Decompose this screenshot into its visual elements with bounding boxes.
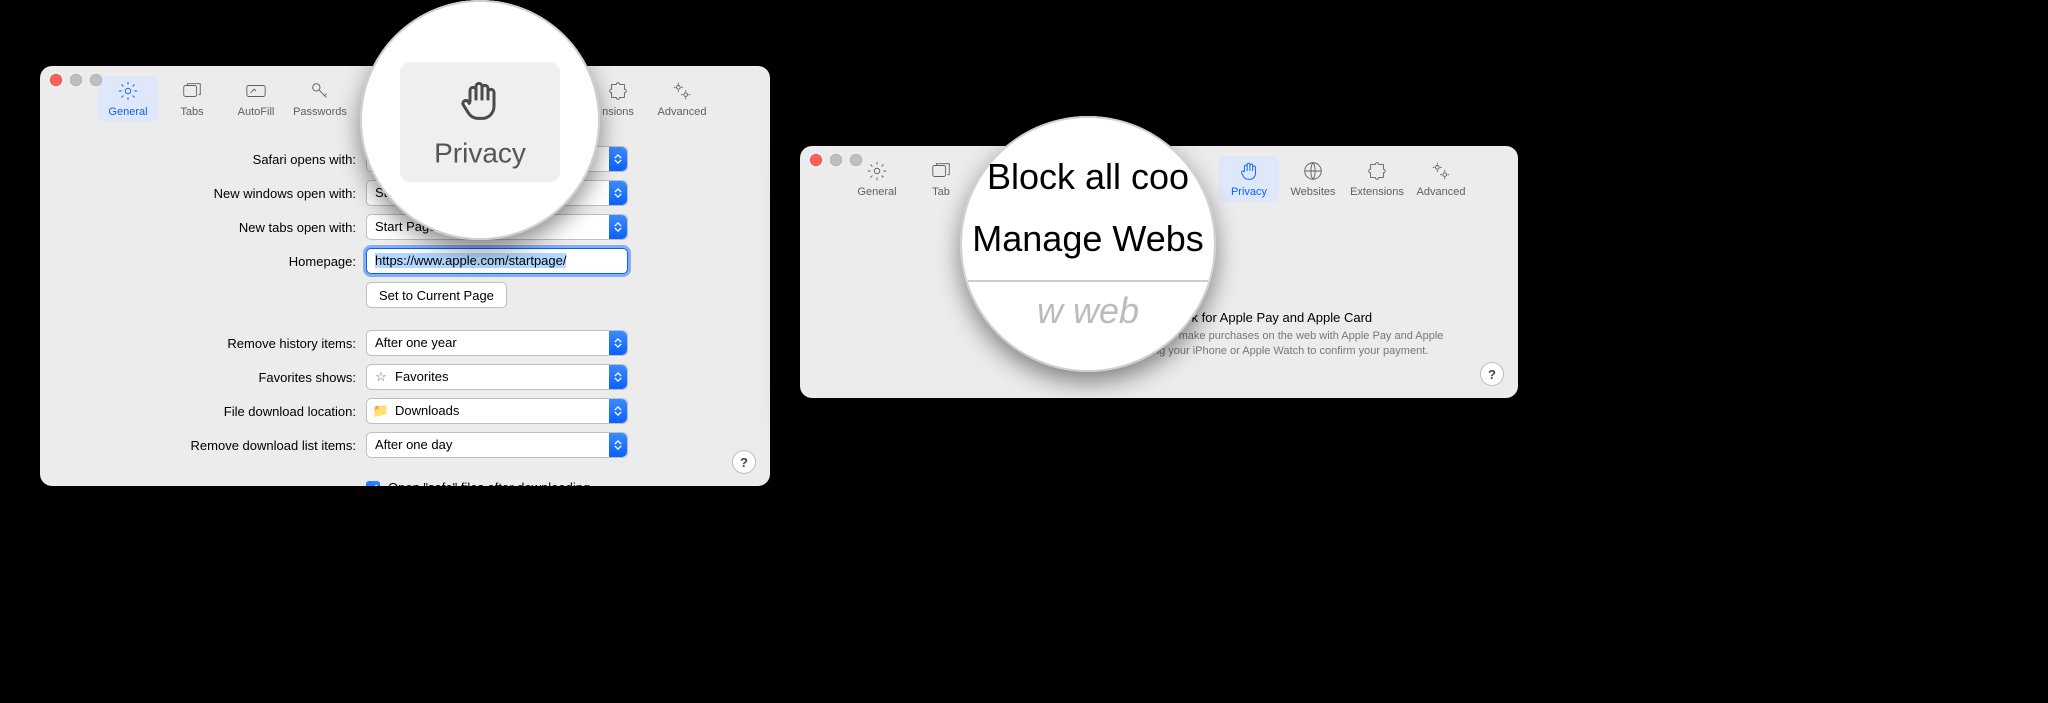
tab-label: Advanced	[1417, 186, 1466, 198]
set-current-page-button[interactable]: Set to Current Page	[366, 282, 507, 308]
tabs-icon	[181, 80, 203, 102]
star-icon: ☆	[373, 369, 389, 385]
tab-label: Extensions	[1350, 186, 1404, 198]
tab-label: General	[108, 106, 147, 118]
tab-label: Tab	[932, 186, 950, 198]
gear-icon	[866, 160, 888, 182]
hand-icon	[1238, 160, 1260, 182]
select-download-location[interactable]: 📁 Downloads	[366, 398, 628, 424]
magnifier-line-2: Manage Webs	[972, 218, 1203, 260]
label-download-location: File download location:	[76, 404, 356, 419]
tab-label: General	[857, 186, 896, 198]
chevron-updown-icon	[609, 331, 627, 355]
key-icon	[309, 80, 331, 102]
label-homepage: Homepage:	[76, 254, 356, 269]
folder-icon: 📁	[373, 403, 389, 419]
hand-icon	[456, 76, 504, 127]
magnifier-line-1: Block all coo	[987, 156, 1189, 198]
magnifier-cookies-section: Block all coo Manage Webs w web	[960, 116, 1216, 372]
select-remove-history[interactable]: After one year	[366, 330, 628, 356]
chevron-updown-icon	[609, 147, 627, 171]
label-safari-opens: Safari opens with:	[76, 152, 356, 167]
tab-label: Tabs	[180, 106, 203, 118]
label-remove-history: Remove history items:	[76, 336, 356, 351]
chevron-updown-icon	[609, 215, 627, 239]
magnifier-line-3: w web	[968, 280, 1208, 332]
label-new-tabs: New tabs open with:	[76, 220, 356, 235]
magnifier-privacy-tab: Privacy	[360, 0, 600, 240]
tab-advanced[interactable]: Advanced	[652, 76, 712, 122]
label-favorites: Favorites shows:	[76, 370, 356, 385]
tab-label: Advanced	[658, 106, 707, 118]
label-new-windows: New windows open with:	[76, 186, 356, 201]
help-button[interactable]: ?	[732, 450, 756, 474]
help-button[interactable]: ?	[1480, 362, 1504, 386]
traffic-lights	[810, 154, 862, 166]
chevron-updown-icon	[609, 365, 627, 389]
select-favorites[interactable]: ☆ Favorites	[366, 364, 628, 390]
label-remove-downloads: Remove download list items:	[76, 438, 356, 453]
tab-tabs[interactable]: Tabs	[162, 76, 222, 122]
puzzle-icon	[607, 80, 629, 102]
maximize-window[interactable]	[850, 154, 862, 166]
tab-label: AutoFill	[238, 106, 275, 118]
close-window[interactable]	[810, 154, 822, 166]
gears-icon	[1430, 160, 1452, 182]
chevron-updown-icon	[609, 399, 627, 423]
tab-extensions[interactable]: Extensions	[1347, 156, 1407, 202]
chevron-updown-icon	[609, 181, 627, 205]
tab-websites[interactable]: Websites	[1283, 156, 1343, 202]
tabs-icon	[930, 160, 952, 182]
select-remove-downloads[interactable]: After one day	[366, 432, 628, 458]
puzzle-icon	[1366, 160, 1388, 182]
tab-label: Privacy	[1231, 186, 1267, 198]
tab-label: nsions	[602, 106, 634, 118]
magnifier-label: Privacy	[434, 137, 526, 169]
pencil-icon	[245, 80, 267, 102]
close-window[interactable]	[50, 74, 62, 86]
traffic-lights	[50, 74, 102, 86]
tab-label: Websites	[1290, 186, 1335, 198]
tab-label: Passwords	[293, 106, 347, 118]
globe-icon	[1302, 160, 1324, 182]
tab-privacy[interactable]: Privacy	[1219, 156, 1279, 202]
checkmark-icon	[366, 481, 380, 487]
input-homepage[interactable]: https://www.apple.com/startpage/	[366, 248, 628, 274]
tab-passwords[interactable]: Passwords	[290, 76, 350, 122]
tab-advanced[interactable]: Advanced	[1411, 156, 1471, 202]
tab-general[interactable]: General	[98, 76, 158, 122]
chevron-updown-icon	[609, 433, 627, 457]
minimize-window[interactable]	[830, 154, 842, 166]
gear-icon	[117, 80, 139, 102]
gears-icon	[671, 80, 693, 102]
tab-autofill[interactable]: AutoFill	[226, 76, 286, 122]
minimize-window[interactable]	[70, 74, 82, 86]
maximize-window[interactable]	[90, 74, 102, 86]
checkbox-open-safe[interactable]: Open "safe" files after downloading	[366, 480, 628, 486]
